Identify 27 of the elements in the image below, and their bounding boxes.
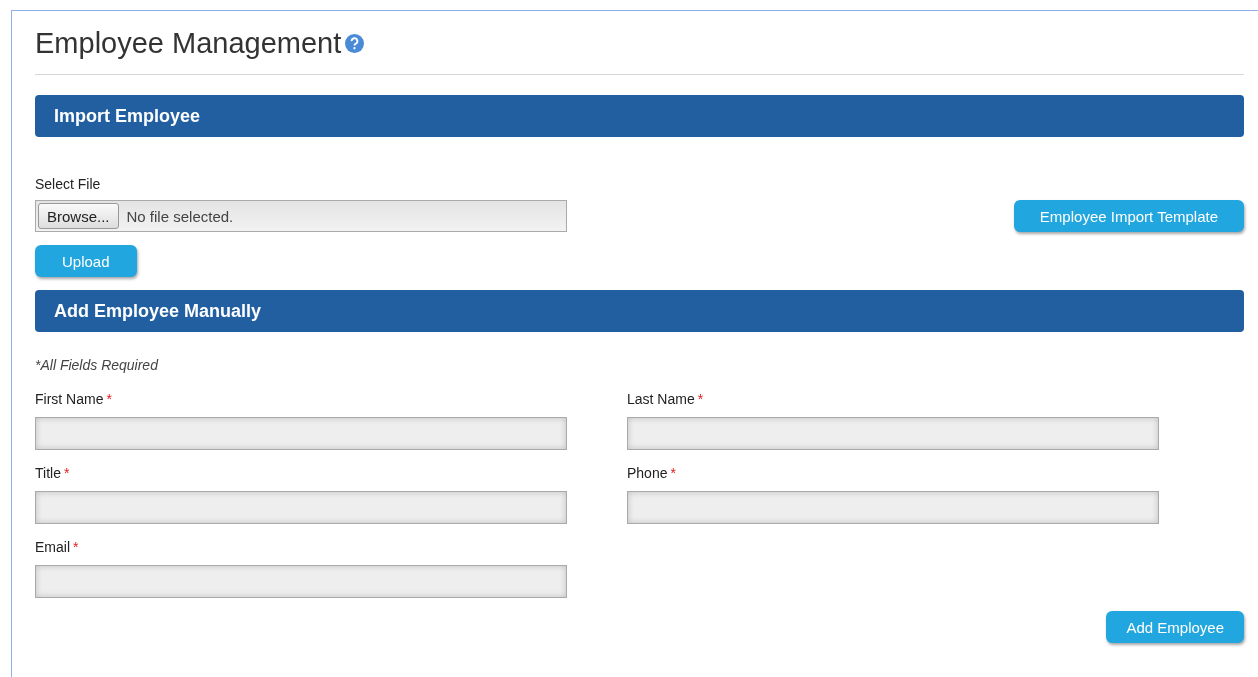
required-mark: * [73, 539, 79, 555]
text-field[interactable] [35, 565, 567, 598]
text-field[interactable] [35, 417, 567, 450]
field-label: Select File [35, 176, 102, 192]
text-field[interactable] [627, 491, 1159, 524]
section-title: Add Employee Manually [54, 300, 262, 322]
field-label: Last Name [627, 391, 695, 407]
browse-button[interactable]: Browse... [38, 203, 119, 229]
page-title: Employee Management [35, 27, 342, 60]
section-title: Import Employee [54, 105, 201, 127]
text-field[interactable] [35, 491, 567, 524]
template-button[interactable]: Employee Import Template [1013, 200, 1244, 232]
text-field[interactable] [627, 417, 1159, 450]
required-note: *All Fields Required [35, 357, 160, 373]
required-mark: * [63, 465, 70, 481]
field-label: First Name [35, 391, 104, 407]
help-icon[interactable] [345, 34, 365, 53]
field-label: Title [35, 465, 61, 481]
field-label: Phone [627, 465, 668, 481]
upload-button[interactable]: Upload [35, 245, 137, 277]
field-label: Email [35, 539, 70, 555]
add-employee-button[interactable]: Add Employee [1106, 611, 1244, 643]
file-input[interactable]: Browse... No file selected. [35, 200, 567, 232]
file-status: No file selected. [126, 207, 234, 225]
required-mark: * [697, 391, 704, 407]
required-mark: * [670, 465, 676, 481]
required-mark: * [106, 391, 112, 407]
